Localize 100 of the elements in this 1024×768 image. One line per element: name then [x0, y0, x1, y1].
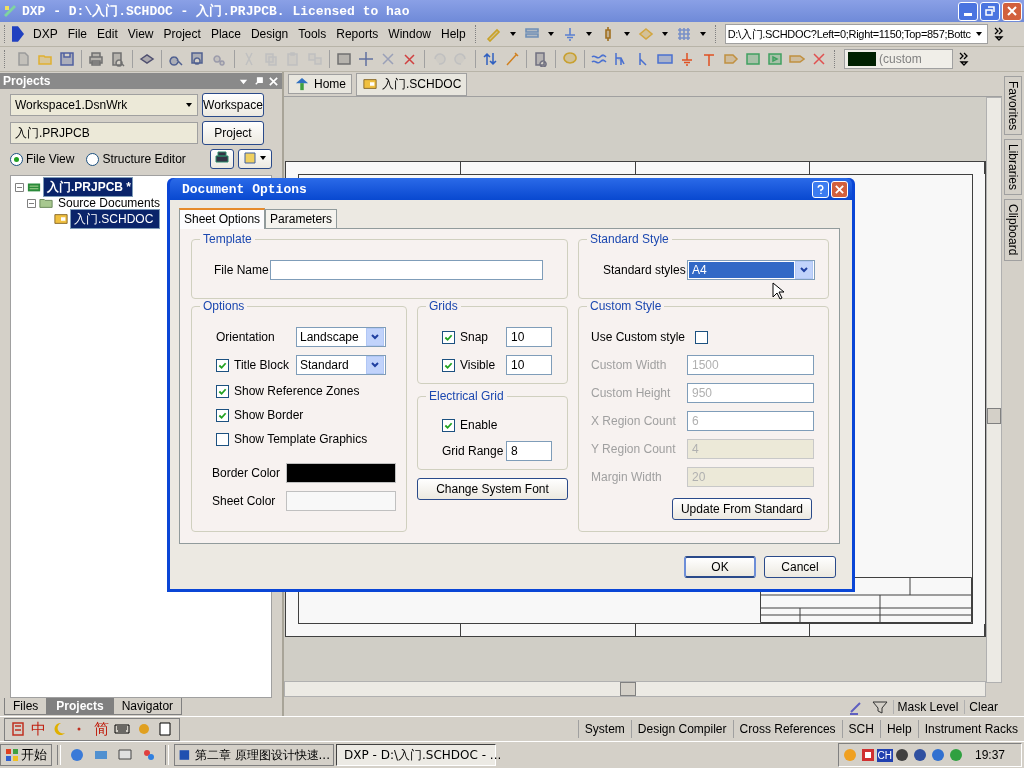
- update-from-standard-button[interactable]: Update From Standard: [671, 498, 812, 520]
- caret-icon[interactable]: [622, 30, 631, 38]
- enable-checkbox[interactable]: Enable: [442, 413, 561, 437]
- pin-icon[interactable]: [253, 75, 264, 87]
- menu-item[interactable]: Project: [158, 27, 206, 41]
- tree-item[interactable]: 入门.PRJPCB *: [43, 177, 133, 197]
- grid-size-field[interactable]: 10: [506, 327, 552, 347]
- panel-button[interactable]: System: [577, 720, 631, 738]
- more-chevron-icon[interactable]: [958, 51, 969, 67]
- port-icon[interactable]: [723, 51, 739, 67]
- menu-item[interactable]: Help: [436, 27, 471, 41]
- up-down-arrows-icon[interactable]: [482, 51, 498, 67]
- media-icon[interactable]: [141, 747, 157, 763]
- orientation-dropdown[interactable]: Landscape: [296, 327, 386, 347]
- grid-range-field[interactable]: 8: [506, 441, 552, 461]
- document-menu-button[interactable]: [238, 149, 272, 169]
- mask-level-button[interactable]: Mask Level: [892, 699, 963, 714]
- dialog-tab[interactable]: Parameters: [265, 209, 338, 228]
- component-browse-icon[interactable]: [533, 51, 549, 67]
- printer-icon[interactable]: [88, 51, 104, 67]
- ground-icon[interactable]: [679, 51, 695, 67]
- move-icon[interactable]: [358, 51, 374, 67]
- menu-item[interactable]: DXP: [28, 27, 63, 41]
- layers-icon[interactable]: [139, 51, 155, 67]
- document-icon[interactable]: [158, 721, 174, 737]
- input-mode-button[interactable]: 中: [29, 719, 48, 739]
- minimize-button[interactable]: [958, 1, 978, 21]
- document-tab[interactable]: Home: [288, 74, 352, 94]
- restore-button[interactable]: [980, 1, 1000, 21]
- caret-icon[interactable]: [508, 30, 517, 38]
- caret-icon[interactable]: [185, 101, 193, 109]
- side-panel-tab[interactable]: Clipboard: [1004, 199, 1022, 261]
- collapse-toggle[interactable]: [15, 182, 24, 192]
- vertical-scrollbar[interactable]: [986, 97, 1002, 683]
- keyboard-icon[interactable]: [114, 721, 130, 737]
- new-document-icon[interactable]: [15, 51, 31, 67]
- border-color-swatch[interactable]: [286, 463, 396, 483]
- panel-button[interactable]: Help: [879, 720, 918, 738]
- panel-button[interactable]: SCH: [841, 720, 880, 738]
- side-panel-tab[interactable]: Favorites: [1004, 76, 1022, 136]
- ime-logo-icon[interactable]: [10, 721, 26, 737]
- menu-item[interactable]: Window: [383, 27, 436, 41]
- use-custom-style-checkbox[interactable]: Use Custom style: [591, 330, 709, 344]
- sheet-symbol-icon[interactable]: [745, 51, 761, 67]
- close-icon[interactable]: [268, 75, 279, 87]
- grid-icon[interactable]: [859, 747, 876, 763]
- compile-button[interactable]: [210, 149, 234, 169]
- grid-size-field[interactable]: 10: [506, 355, 552, 375]
- panel-button[interactable]: Instrument Racks: [917, 720, 1024, 738]
- panel-button[interactable]: Design Compiler: [630, 720, 733, 738]
- menu-item[interactable]: Place: [205, 27, 246, 41]
- cross-icon[interactable]: [811, 51, 827, 67]
- menu-item[interactable]: File: [62, 27, 93, 41]
- caret-icon[interactable]: [584, 30, 593, 38]
- panel-button[interactable]: Cross References: [732, 720, 842, 738]
- help-icon[interactable]: [562, 51, 578, 67]
- clear-filter-icon[interactable]: [402, 51, 418, 67]
- net-label-icon[interactable]: [657, 51, 673, 67]
- taskbar-button[interactable]: 第二章 原理图设计快速...: [174, 744, 334, 766]
- project-button[interactable]: Project: [202, 121, 264, 145]
- desktop-icon[interactable]: [117, 747, 133, 763]
- simplified-chinese-button[interactable]: 简: [92, 719, 111, 739]
- clear-button[interactable]: Clear: [964, 699, 1002, 714]
- menu-item[interactable]: Tools: [293, 27, 332, 41]
- option-checkbox[interactable]: Show Reference Zones: [216, 379, 400, 403]
- panel-tab[interactable]: Projects: [47, 698, 113, 715]
- help-button[interactable]: [812, 180, 829, 198]
- menu-item[interactable]: Design: [245, 27, 294, 41]
- option-checkbox[interactable]: Show Border: [216, 403, 400, 427]
- menu-item[interactable]: Reports: [331, 27, 384, 41]
- caret-icon[interactable]: [660, 30, 669, 38]
- grid-checkbox[interactable]: Snap: [442, 330, 506, 344]
- side-panel-tab[interactable]: Libraries: [1004, 139, 1022, 196]
- close-button[interactable]: [831, 180, 848, 198]
- menu-item[interactable]: Edit: [92, 27, 123, 41]
- view-radio[interactable]: Structure Editor: [86, 152, 186, 166]
- title-block-dropdown[interactable]: Standard: [296, 355, 386, 375]
- workspace-button[interactable]: Workspace: [202, 93, 264, 117]
- print-preview-icon[interactable]: [110, 51, 126, 67]
- start-button[interactable]: 开始: [0, 744, 52, 766]
- panel-tab[interactable]: Navigator: [112, 698, 183, 715]
- file-name-field[interactable]: [270, 260, 543, 280]
- caret-icon[interactable]: [546, 30, 555, 38]
- language-indicator[interactable]: CH: [876, 748, 893, 762]
- close-button[interactable]: [1002, 1, 1022, 21]
- change-system-font-button[interactable]: Change System Font: [417, 478, 568, 500]
- address-combo[interactable]: D:\入门.SCHDOC?Left=0;Right=1150;Top=857;Bottc: [724, 24, 988, 44]
- dialog-button[interactable]: OK: [684, 555, 756, 578]
- dialog-button[interactable]: Cancel: [764, 555, 836, 578]
- selection-box-icon[interactable]: [336, 51, 352, 67]
- filter-icon[interactable]: [871, 698, 888, 715]
- caret-icon[interactable]: [698, 30, 707, 38]
- save-icon[interactable]: [59, 51, 75, 67]
- tree-item[interactable]: 入门.SCHDOC: [70, 209, 160, 229]
- more-chevron-icon[interactable]: [993, 26, 1004, 42]
- menu-item[interactable]: View: [122, 27, 159, 41]
- zoom-area-icon[interactable]: [190, 51, 206, 67]
- pencil-icon[interactable]: [485, 26, 502, 42]
- document-tab[interactable]: 入门.SCHDOC: [356, 72, 468, 96]
- project-field[interactable]: 入门.PRJPCB: [10, 122, 198, 144]
